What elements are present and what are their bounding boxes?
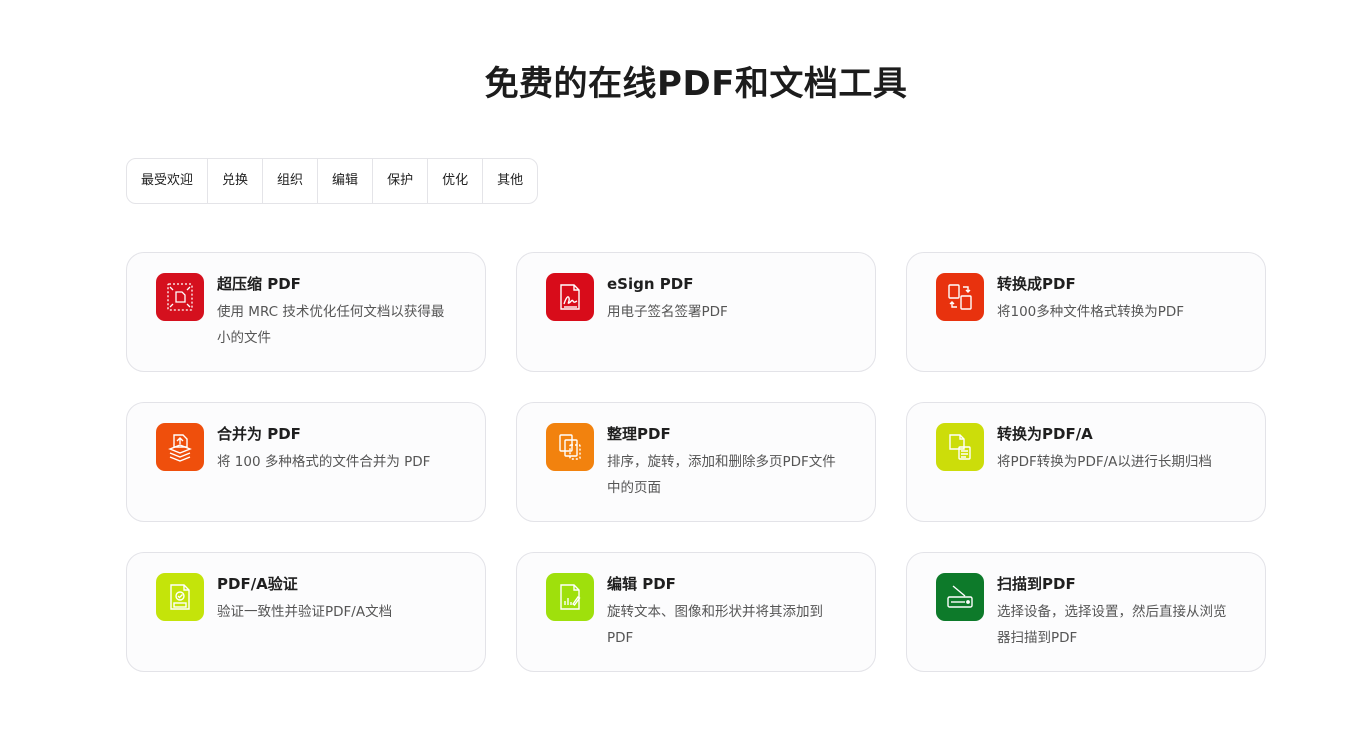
tool-card-edit-pdf[interactable]: 编辑 PDF 旋转文本、图像和形状并将其添加到 PDF xyxy=(516,552,876,672)
tool-description: 旋转文本、图像和形状并将其添加到 PDF xyxy=(607,604,823,646)
tool-title: PDF/A验证 xyxy=(217,575,298,593)
tool-description: 将 100 多种格式的文件合并为 PDF xyxy=(217,454,431,470)
tool-title: 转换成PDF xyxy=(997,275,1076,293)
convert-icon xyxy=(936,273,984,321)
compress-icon xyxy=(156,273,204,321)
page-title: 免费的在线PDF和文档工具 xyxy=(484,64,908,104)
tool-title: 超压缩 PDF xyxy=(217,275,301,293)
tool-description: 用电子签名签署PDF xyxy=(607,304,728,320)
tool-description: 排序，旋转，添加和删除多页PDF文件中的页面 xyxy=(607,454,836,496)
tool-card-esign[interactable]: eSign PDF 用电子签名签署PDF xyxy=(516,252,876,372)
organize-icon xyxy=(546,423,594,471)
tool-card-pdfa-validate[interactable]: PDF/A验证 验证一致性并验证PDF/A文档 xyxy=(126,552,486,672)
tab-protect[interactable]: 保护 xyxy=(372,159,427,203)
tool-description: 选择设备，选择设置，然后直接从浏览器扫描到PDF xyxy=(997,604,1227,646)
tool-card-merge[interactable]: 合并为 PDF 将 100 多种格式的文件合并为 PDF xyxy=(126,402,486,522)
tool-title: 合并为 PDF xyxy=(217,425,301,443)
tab-edit[interactable]: 编辑 xyxy=(317,159,372,203)
tab-other[interactable]: 其他 xyxy=(482,159,537,203)
tool-description: 将PDF转换为PDF/A以进行长期归档 xyxy=(997,454,1212,470)
esign-icon xyxy=(546,273,594,321)
tool-card-scan-to-pdf[interactable]: 扫描到PDF 选择设备，选择设置，然后直接从浏览器扫描到PDF xyxy=(906,552,1266,672)
tool-grid: 超压缩 PDF 使用 MRC 技术优化任何文档以获得最小的文件 eSign PD… xyxy=(126,252,1266,672)
tool-card-convert-to-pdfa[interactable]: 转换为PDF/A 将PDF转换为PDF/A以进行长期归档 xyxy=(906,402,1266,522)
tab-convert[interactable]: 兑换 xyxy=(207,159,262,203)
tool-title: eSign PDF xyxy=(607,275,694,293)
pdfa-convert-icon xyxy=(936,423,984,471)
tool-description: 使用 MRC 技术优化任何文档以获得最小的文件 xyxy=(217,304,445,346)
tool-description: 将100多种文件格式转换为PDF xyxy=(997,304,1185,320)
pdfa-validate-icon xyxy=(156,573,204,621)
scanner-icon xyxy=(936,573,984,621)
tool-title: 整理PDF xyxy=(607,425,671,443)
tool-title: 扫描到PDF xyxy=(997,575,1076,593)
tool-card-super-compress[interactable]: 超压缩 PDF 使用 MRC 技术优化任何文档以获得最小的文件 xyxy=(126,252,486,372)
tab-optimize[interactable]: 优化 xyxy=(427,159,482,203)
tool-title: 编辑 PDF xyxy=(607,575,676,593)
tab-organize[interactable]: 组织 xyxy=(262,159,317,203)
merge-icon xyxy=(156,423,204,471)
tool-card-organize[interactable]: 整理PDF 排序，旋转，添加和删除多页PDF文件中的页面 xyxy=(516,402,876,522)
category-tabs: 最受欢迎 兑换 组织 编辑 保护 优化 其他 xyxy=(126,158,539,204)
tool-card-convert-to-pdf[interactable]: 转换成PDF 将100多种文件格式转换为PDF xyxy=(906,252,1266,372)
edit-icon xyxy=(546,573,594,621)
tool-title: 转换为PDF/A xyxy=(997,425,1093,443)
tab-popular[interactable]: 最受欢迎 xyxy=(127,159,207,203)
tool-description: 验证一致性并验证PDF/A文档 xyxy=(217,604,393,620)
